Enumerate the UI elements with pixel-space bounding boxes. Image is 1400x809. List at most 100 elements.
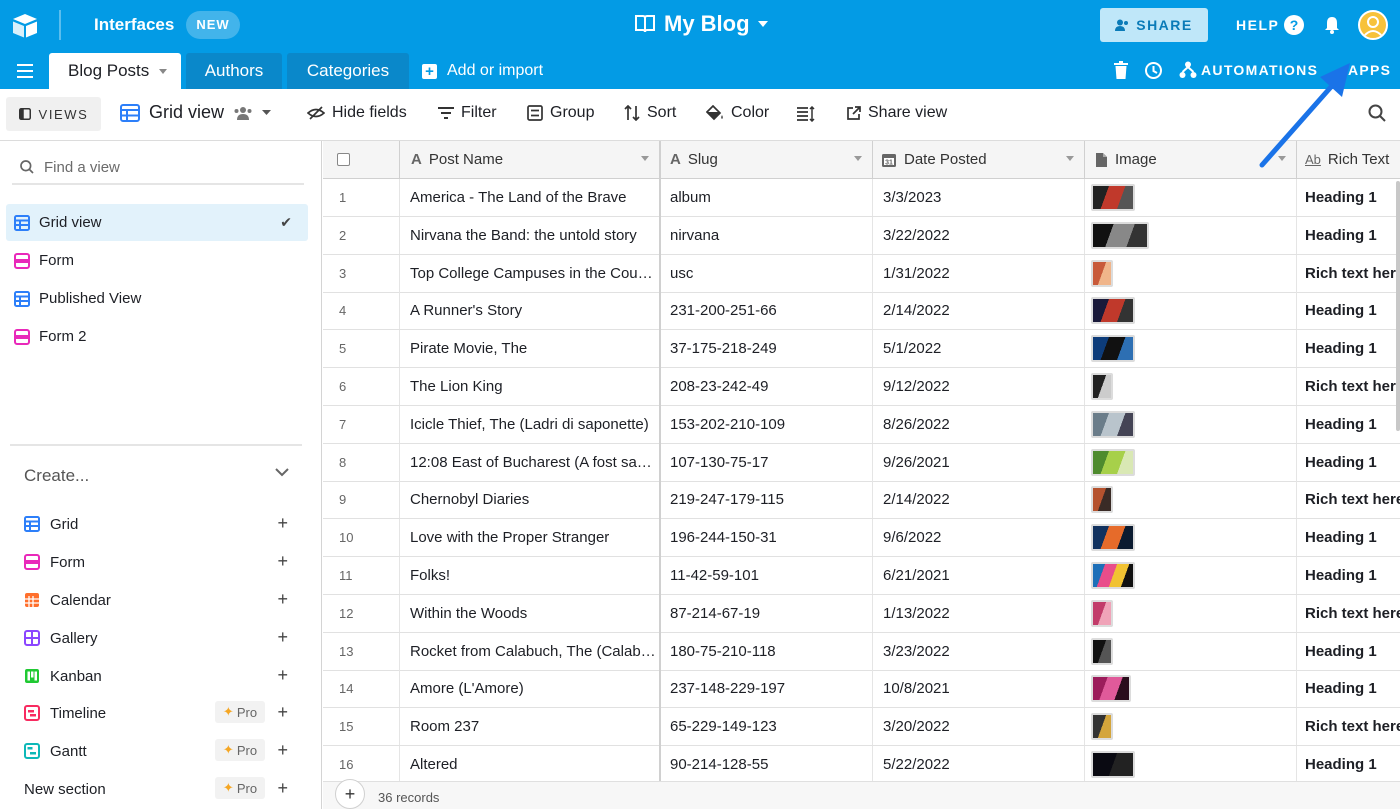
create-section-title[interactable]: Create... — [24, 466, 89, 486]
cell-post-name[interactable]: Amore (L'Amore) — [400, 670, 660, 708]
table-row[interactable]: 12 Within the Woods 87-214-67-19 1/13/2022 R… — [323, 594, 1400, 633]
table-row[interactable]: 15 Room 237 65-229-149-123 3/20/2022 Rich te… — [323, 708, 1400, 747]
chevron-down-icon[interactable] — [1278, 156, 1286, 161]
create-kanban[interactable]: Kanban + — [24, 661, 296, 691]
create-calendar[interactable]: Calendar + — [24, 585, 296, 615]
help-link[interactable]: HELP — [1236, 17, 1279, 33]
cell-date-posted[interactable]: 5/22/2022 — [873, 746, 1085, 783]
cell-post-name[interactable]: Nirvana the Band: the untold story — [400, 216, 660, 254]
cell-slug[interactable]: 65-229-149-123 — [660, 708, 873, 746]
tab-blog-posts[interactable]: Blog Posts — [49, 53, 181, 89]
cell-post-name[interactable]: Pirate Movie, The — [400, 330, 660, 368]
tab-categories[interactable]: Categories — [287, 53, 409, 89]
airtable-logo-icon[interactable] — [10, 11, 40, 41]
cell-date-posted[interactable]: 8/26/2022 — [873, 405, 1085, 443]
cell-rich-text[interactable]: Heading 1 — [1297, 179, 1400, 216]
cell-slug[interactable]: 237-148-229-197 — [660, 670, 873, 708]
cell-post-name[interactable]: Folks! — [400, 557, 660, 594]
image-thumbnail[interactable] — [1091, 524, 1135, 552]
cell-image[interactable] — [1085, 292, 1297, 330]
table-row[interactable]: 5 Pirate Movie, The 37-175-218-249 5/1/2022… — [323, 330, 1400, 369]
table-row[interactable]: 812:08 East of Bucharest (A fost sau n-a… — [323, 443, 1400, 482]
search-icon[interactable] — [1368, 104, 1386, 122]
add-or-import-button[interactable]: + Add or import — [422, 62, 543, 80]
cell-rich-text[interactable]: Heading 1 — [1297, 746, 1400, 783]
cell-slug[interactable]: 107-130-75-17 — [660, 443, 873, 481]
cell-date-posted[interactable]: 9/12/2022 — [873, 368, 1085, 405]
cell-image[interactable] — [1085, 368, 1297, 405]
cell-date-posted[interactable]: 2/14/2022 — [873, 292, 1085, 330]
vertical-scrollbar[interactable] — [1396, 181, 1400, 431]
cell-date-posted[interactable]: 6/21/2021 — [873, 557, 1085, 594]
cell-rich-text[interactable]: Heading 1 — [1297, 519, 1400, 556]
image-thumbnail[interactable] — [1091, 637, 1113, 665]
cell-image[interactable] — [1085, 254, 1297, 292]
cell-date-posted[interactable]: 2/14/2022 — [873, 481, 1085, 519]
cell-date-posted[interactable]: 1/13/2022 — [873, 594, 1085, 632]
create-form[interactable]: Form + — [24, 547, 296, 577]
cell-date-posted[interactable]: 3/20/2022 — [873, 708, 1085, 746]
cell-date-posted[interactable]: 9/26/2021 — [873, 443, 1085, 481]
cell-image[interactable] — [1085, 330, 1297, 368]
cell-date-posted[interactable]: 3/3/2023 — [873, 179, 1085, 216]
cell-slug[interactable]: 231-200-251-66 — [660, 292, 873, 330]
interfaces-link[interactable]: Interfaces — [94, 15, 174, 35]
image-thumbnail[interactable] — [1091, 221, 1149, 249]
table-row[interactable]: 2 Nirvana the Band: the untold story nirva… — [323, 216, 1400, 255]
image-thumbnail[interactable] — [1091, 675, 1131, 703]
cell-post-name[interactable]: Icicle Thief, The (Ladri di saponette) — [400, 405, 660, 443]
cell-slug[interactable]: nirvana — [660, 216, 873, 254]
create-timeline[interactable]: Timeline ✦ Pro + — [24, 698, 296, 728]
cell-post-name[interactable]: Altered — [400, 746, 660, 783]
table-row[interactable]: 4A Runner's Story 231-200-251-66 2/14/2022… — [323, 292, 1400, 331]
cell-date-posted[interactable]: 10/8/2021 — [873, 670, 1085, 708]
image-thumbnail[interactable] — [1091, 184, 1135, 211]
add-record-button[interactable]: + — [335, 779, 365, 809]
plus-icon[interactable]: + — [277, 665, 288, 686]
help-icon[interactable]: ? — [1284, 15, 1304, 35]
table-row[interactable]: 9 Chernobyl Diaries 219-247-179-115 2/14/20… — [323, 481, 1400, 520]
cell-rich-text[interactable]: Rich text here — [1297, 595, 1400, 632]
chevron-down-icon[interactable] — [641, 156, 649, 161]
table-row[interactable]: 13 Rocket from Calabuch, The (Calabuch) 18… — [323, 632, 1400, 671]
cell-date-posted[interactable]: 9/6/2022 — [873, 519, 1085, 557]
group-button[interactable]: Group — [527, 104, 594, 122]
cell-post-name[interactable]: America - The Land of the Brave — [400, 179, 660, 216]
create-gallery[interactable]: Gallery + — [24, 623, 296, 653]
plus-icon[interactable]: + — [277, 778, 288, 799]
table-row[interactable]: 11 Folks! 11-42-59-101 6/21/2021 Heading 1 — [323, 557, 1400, 595]
cell-slug[interactable]: album — [660, 179, 873, 216]
table-row[interactable]: 3 Top College Campuses in the Country usc 1… — [323, 254, 1400, 293]
chevron-down-icon[interactable] — [854, 156, 862, 161]
image-thumbnail[interactable] — [1091, 751, 1135, 778]
cell-rich-text[interactable]: Heading 1 — [1297, 292, 1400, 329]
user-avatar[interactable] — [1358, 10, 1388, 40]
select-all-checkbox[interactable] — [337, 153, 350, 166]
cell-image[interactable] — [1085, 216, 1297, 254]
share-view-button[interactable]: Share view — [846, 104, 947, 122]
cell-image[interactable] — [1085, 443, 1297, 481]
hide-fields-button[interactable]: Hide fields — [307, 104, 407, 122]
column-header-slug[interactable]: A Slug — [660, 141, 873, 179]
image-thumbnail[interactable] — [1091, 410, 1135, 438]
cell-image[interactable] — [1085, 708, 1297, 746]
column-header-post-name[interactable]: A Post Name — [400, 141, 660, 179]
image-thumbnail[interactable] — [1091, 486, 1113, 514]
column-header-rich-text[interactable]: Ab Rich Text — [1297, 141, 1400, 179]
views-toggle-button[interactable]: VIEWS — [6, 97, 101, 131]
apps-button[interactable]: APPS — [1348, 62, 1391, 78]
row-height-icon[interactable] — [797, 106, 815, 122]
plus-icon[interactable]: + — [277, 627, 288, 648]
cell-slug[interactable]: 196-244-150-31 — [660, 519, 873, 557]
cell-date-posted[interactable]: 5/1/2022 — [873, 330, 1085, 368]
cell-image[interactable] — [1085, 594, 1297, 632]
table-row[interactable]: 10 Love with the Proper Stranger 196-244-1… — [323, 519, 1400, 558]
table-row[interactable]: 1 America - The Land of the Brave album 3/3… — [323, 179, 1400, 217]
image-thumbnail[interactable] — [1091, 562, 1135, 589]
cell-post-name[interactable]: Top College Campuses in the Country — [400, 254, 660, 292]
filter-button[interactable]: Filter — [438, 104, 497, 122]
cell-rich-text[interactable]: Rich text here — [1297, 481, 1400, 518]
table-row[interactable]: 14 Amore (L'Amore) 237-148-229-197 10/8/202… — [323, 670, 1400, 709]
cell-date-posted[interactable]: 3/23/2022 — [873, 632, 1085, 670]
cell-slug[interactable]: 153-202-210-109 — [660, 405, 873, 443]
